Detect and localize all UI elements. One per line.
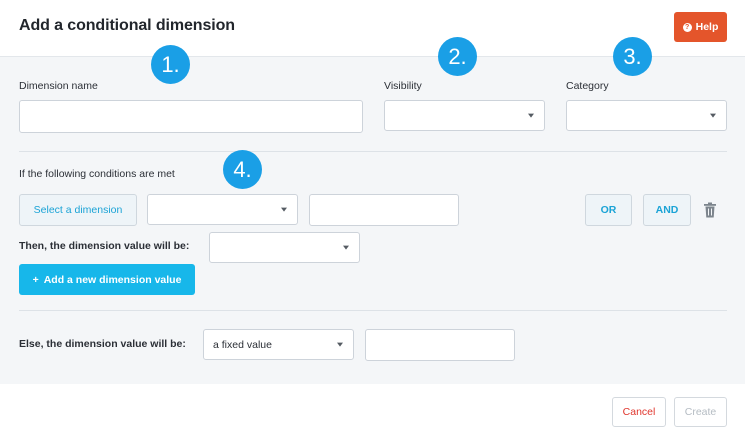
else-fixed-value-input[interactable]	[365, 329, 515, 361]
help-label: Help	[695, 21, 719, 33]
plus-icon: +	[32, 273, 39, 286]
conditions-heading: If the following conditions are met	[19, 168, 175, 180]
chevron-down-icon	[281, 207, 287, 212]
and-button[interactable]: AND	[643, 194, 691, 226]
chevron-down-icon	[343, 245, 349, 250]
section-divider	[19, 151, 727, 152]
category-label: Category	[566, 80, 609, 92]
annotation-badge-1: 1.	[151, 45, 190, 84]
dialog-title: Add a conditional dimension	[19, 17, 235, 34]
visibility-select[interactable]	[384, 100, 545, 131]
condition-operator-select[interactable]	[147, 194, 298, 225]
create-button: Create	[674, 397, 727, 427]
section-divider	[19, 310, 727, 311]
add-dimension-value-label: Add a new dimension value	[43, 273, 182, 286]
chevron-down-icon	[337, 342, 343, 347]
visibility-label: Visibility	[384, 80, 422, 92]
else-mode-select[interactable]: a fixed value	[203, 329, 354, 360]
trash-icon[interactable]	[703, 202, 717, 218]
help-button[interactable]: ? Help	[674, 12, 727, 42]
then-value-select[interactable]	[209, 232, 360, 263]
or-button[interactable]: OR	[585, 194, 632, 226]
annotation-badge-3: 3.	[613, 37, 652, 76]
dimension-name-input[interactable]	[19, 100, 363, 133]
chevron-down-icon	[710, 113, 716, 118]
select-dimension-button[interactable]: Select a dimension	[19, 194, 137, 226]
annotation-badge-4: 4.	[223, 150, 262, 189]
condition-value-input[interactable]	[309, 194, 459, 226]
then-label: Then, the dimension value will be:	[19, 240, 190, 252]
chevron-down-icon	[528, 113, 534, 118]
else-label: Else, the dimension value will be:	[19, 338, 186, 350]
dimension-name-label: Dimension name	[19, 80, 98, 92]
annotation-badge-2: 2.	[438, 37, 477, 76]
add-dimension-value-button[interactable]: + Add a new dimension value	[19, 264, 195, 295]
help-icon: ?	[682, 22, 692, 32]
cancel-button[interactable]: Cancel	[612, 397, 666, 427]
else-mode-value: a fixed value	[213, 338, 272, 351]
category-select[interactable]	[566, 100, 727, 131]
